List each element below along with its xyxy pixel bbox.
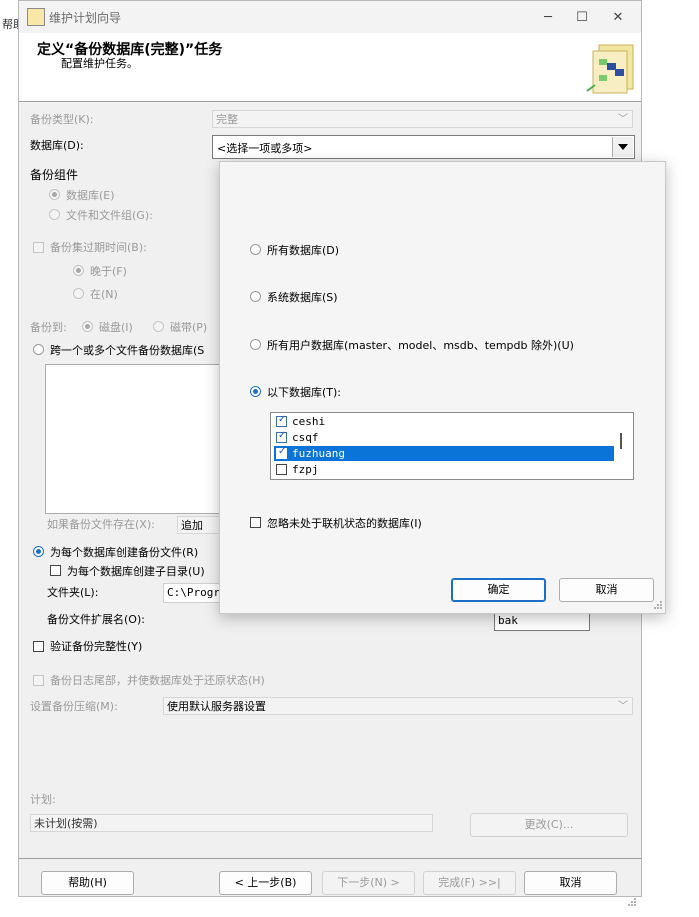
title-bar[interactable]: 维护计划向导 ─ ☐ ✕ bbox=[19, 1, 641, 33]
if-exists-value: 追加 bbox=[181, 519, 203, 532]
schedule-label: 计划: bbox=[30, 793, 56, 806]
ok-button[interactable]: 确定 bbox=[451, 578, 546, 602]
option-system-label: 系统数据库(S) bbox=[267, 291, 338, 304]
database-name: fzpj bbox=[292, 463, 319, 476]
finish-button[interactable]: 完成(F) >>| bbox=[423, 871, 516, 895]
per-db-subdir-checkbox[interactable] bbox=[50, 565, 61, 576]
folder-input[interactable]: C:\Progra bbox=[163, 583, 227, 603]
database-label: 数据库(D): bbox=[30, 139, 84, 152]
database-row-selected[interactable]: fuzhuang bbox=[274, 446, 614, 461]
component-files-radio[interactable] bbox=[49, 209, 60, 220]
expire-after-radio[interactable] bbox=[73, 265, 84, 276]
expire-on-label: 在(N) bbox=[90, 288, 118, 301]
backup-type-value: 完整 bbox=[216, 113, 238, 126]
scrollbar-thumb[interactable] bbox=[620, 433, 622, 449]
popup-cancel-button[interactable]: 取消 bbox=[559, 578, 654, 602]
backup-to-tape-label: 磁带(P) bbox=[170, 321, 208, 334]
span-files-label: 跨一个或多个文件备份数据库(S bbox=[50, 344, 205, 357]
expire-after-label: 晚于(F) bbox=[90, 265, 127, 278]
resize-grip-icon[interactable] bbox=[652, 599, 663, 610]
help-button[interactable]: 帮助(H) bbox=[41, 871, 134, 895]
backup-to-label: 备份到: bbox=[30, 321, 67, 334]
database-combo[interactable]: <选择一项或多项> bbox=[212, 135, 635, 159]
backup-type-label: 备份类型(K): bbox=[30, 113, 94, 126]
verify-label: 验证备份完整性(Y) bbox=[50, 640, 143, 653]
option-all-label: 所有数据库(D) bbox=[267, 244, 340, 257]
if-exists-label: 如果备份文件存在(X): bbox=[47, 518, 155, 531]
database-checkbox[interactable] bbox=[276, 464, 287, 475]
compression-value: 使用默认服务器设置 bbox=[167, 700, 266, 713]
schedule-value: 未计划(按需) bbox=[30, 814, 433, 832]
app-icon bbox=[27, 8, 45, 26]
ignore-offline-label: 忽略未处于联机状态的数据库(I) bbox=[267, 517, 422, 530]
wizard-header: 定义“备份数据库(完整)”任务 配置维护任务。 bbox=[19, 33, 641, 102]
triangle-down-icon bbox=[618, 144, 628, 150]
folder-label: 文件夹(L): bbox=[47, 586, 99, 599]
compression-combo[interactable]: 使用默认服务器设置 ﹀ bbox=[163, 697, 633, 715]
option-user-radio[interactable] bbox=[250, 339, 261, 350]
page-subtitle: 配置维护任务。 bbox=[61, 57, 138, 70]
database-name: csqf bbox=[292, 431, 319, 444]
expire-on-radio[interactable] bbox=[73, 288, 84, 299]
next-button[interactable]: 下一步(N) > bbox=[322, 871, 415, 895]
wizard-banner-icon bbox=[586, 44, 634, 94]
per-db-subdir-label: 为每个数据库创建子目录(U) bbox=[67, 565, 205, 578]
database-checkbox[interactable] bbox=[276, 430, 287, 443]
expire-label: 备份集过期时间(B): bbox=[50, 241, 147, 254]
per-db-file-label: 为每个数据库创建备份文件(R) bbox=[50, 546, 199, 559]
backup-to-disk-label: 磁盘(I) bbox=[99, 321, 133, 334]
database-row[interactable]: csqf bbox=[274, 430, 614, 445]
per-db-file-radio[interactable] bbox=[33, 546, 44, 557]
database-checkbox[interactable] bbox=[276, 446, 287, 459]
backup-type-combo: 完整 ﹀ bbox=[212, 110, 633, 128]
footer-divider bbox=[19, 858, 641, 859]
option-all-radio[interactable] bbox=[250, 244, 261, 255]
component-database-label: 数据库(E) bbox=[66, 189, 115, 202]
database-row[interactable]: ceshi bbox=[274, 414, 614, 429]
change-schedule-button[interactable]: 更改(C)... bbox=[470, 813, 628, 837]
ext-input[interactable]: bak bbox=[494, 611, 590, 631]
component-database-radio[interactable] bbox=[49, 189, 60, 200]
database-checklist[interactable]: ceshi csqf fuzhuang fzpj bbox=[270, 412, 634, 480]
compression-label: 设置备份压缩(M): bbox=[30, 700, 118, 713]
verify-checkbox[interactable] bbox=[33, 641, 44, 652]
backup-component-label: 备份组件 bbox=[30, 168, 79, 182]
database-selection-popup: 所有数据库(D) 系统数据库(S) 所有用户数据库(master、model、m… bbox=[219, 161, 666, 614]
ignore-offline-checkbox[interactable] bbox=[250, 517, 261, 528]
option-user-label: 所有用户数据库(master、model、msdb、tempdb 除外)(U) bbox=[267, 339, 574, 352]
option-these-radio[interactable] bbox=[250, 386, 261, 397]
back-button[interactable]: < 上一步(B) bbox=[219, 871, 312, 895]
database-name: ceshi bbox=[292, 415, 326, 428]
chevron-down-icon: ﹀ bbox=[618, 114, 628, 125]
tail-log-checkbox[interactable] bbox=[33, 675, 44, 686]
database-checkbox[interactable] bbox=[276, 414, 287, 427]
combo-dropdown-button[interactable] bbox=[612, 137, 633, 157]
tail-log-label: 备份日志尾部，并使数据库处于还原状态(H) bbox=[50, 674, 265, 687]
option-these-label: 以下数据库(T): bbox=[267, 386, 342, 399]
backup-to-disk-radio[interactable] bbox=[82, 321, 93, 332]
if-exists-combo: 追加 bbox=[177, 516, 222, 534]
database-row[interactable]: fzpj bbox=[274, 462, 614, 477]
database-name: fuzhuang bbox=[292, 447, 345, 460]
window-title: 维护计划向导 bbox=[49, 11, 122, 25]
backup-files-list[interactable] bbox=[45, 364, 223, 514]
span-files-radio[interactable] bbox=[33, 344, 44, 355]
ext-label: 备份文件扩展名(O): bbox=[47, 613, 145, 626]
component-files-label: 文件和文件组(G): bbox=[66, 209, 153, 222]
backup-to-tape-radio[interactable] bbox=[153, 321, 164, 332]
window-resize-grip-icon[interactable] bbox=[626, 896, 637, 907]
list-scrollbar[interactable] bbox=[616, 415, 626, 475]
database-combo-value: <选择一项或多项> bbox=[217, 142, 313, 155]
close-button[interactable]: ✕ bbox=[595, 1, 641, 33]
expire-checkbox[interactable] bbox=[33, 242, 44, 253]
chevron-down-icon: ﹀ bbox=[618, 701, 628, 712]
cancel-button[interactable]: 取消 bbox=[524, 871, 617, 895]
option-system-radio[interactable] bbox=[250, 291, 261, 302]
